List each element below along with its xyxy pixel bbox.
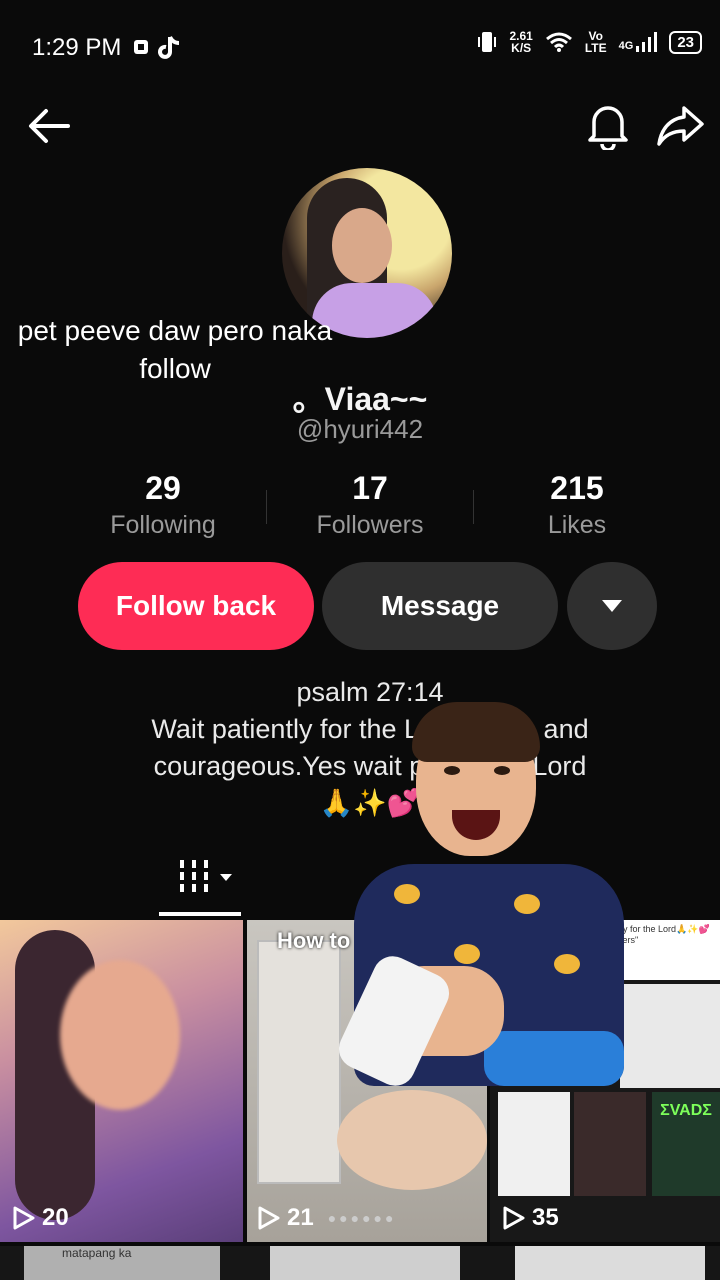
net-speed-unit: K/S (511, 41, 532, 55)
vibrate-icon (478, 32, 497, 52)
thumb-screenshot: ΣVADΣ (652, 1092, 720, 1196)
video-grid-row-2: matapang ka (0, 1246, 720, 1280)
share-icon[interactable] (656, 104, 706, 148)
stat-value: 215 (550, 470, 604, 506)
view-count-value: 35 (532, 1204, 559, 1231)
top-navigation (0, 96, 720, 166)
view-count: 35 (502, 1204, 559, 1232)
view-count: 20 (12, 1204, 69, 1232)
thumb-face (337, 1090, 487, 1190)
laughing-kid-sticker (332, 702, 634, 1093)
back-arrow-icon[interactable] (26, 106, 72, 146)
stat-followers[interactable]: 17 Followers (267, 470, 473, 540)
stat-label: Followers (316, 511, 424, 539)
status-bar: 1:29 PM 2.61 K/S Vo LTE 4G 23 (0, 0, 720, 96)
follow-back-button[interactable]: Follow back (78, 562, 314, 650)
thumb-screenshot (620, 984, 720, 1088)
video-thumbnail[interactable] (270, 1246, 460, 1280)
status-time: 1:29 PM (32, 34, 122, 61)
volte-bottom: LTE (584, 41, 607, 55)
star-pattern (394, 884, 420, 904)
video-thumbnail[interactable] (515, 1246, 705, 1280)
star-pattern (554, 954, 580, 974)
battery-indicator: 23 (669, 30, 702, 54)
network-type: 4G (618, 40, 634, 52)
signal-bars-icon (636, 32, 658, 52)
play-icon (13, 1206, 35, 1230)
stat-likes[interactable]: 215 Likes (474, 470, 680, 540)
thumb-screenshot (574, 1092, 646, 1196)
view-count: 21 ●●●●●● (257, 1204, 396, 1232)
sticker-hair (412, 702, 540, 762)
stat-following[interactable]: 29 Following (60, 470, 266, 540)
signal-icon: 4G (619, 32, 658, 52)
active-tab-indicator (159, 912, 241, 916)
profile-handle: @hyuri442 (296, 414, 424, 444)
wifi-icon (545, 32, 572, 52)
net-speed: 2.61 K/S (509, 30, 532, 54)
tab-videos[interactable] (176, 858, 238, 903)
stat-value: 17 (352, 470, 388, 506)
view-count-value: 21 (287, 1204, 314, 1231)
star-pattern (514, 894, 540, 914)
stat-value: 29 (145, 470, 181, 506)
app-notification-icons (134, 36, 180, 59)
thumb-screenshot (498, 1092, 570, 1196)
play-icon (258, 1206, 280, 1230)
star-pattern (454, 944, 480, 964)
message-button[interactable]: Message (322, 562, 558, 650)
bell-icon[interactable] (586, 100, 630, 150)
sticker-shorts (484, 1031, 624, 1086)
sticker-eye (494, 766, 510, 775)
thumb-door (257, 940, 341, 1184)
suggested-accounts-button[interactable] (567, 562, 657, 650)
thumb-face (60, 960, 180, 1110)
status-right: 2.61 K/S Vo LTE 4G 23 (477, 30, 702, 54)
stat-label: Following (110, 511, 216, 539)
carousel-dots: ●●●●●● (327, 1210, 397, 1226)
play-icon (503, 1206, 525, 1230)
caret-down-icon (602, 600, 622, 612)
notification-icons (132, 34, 202, 66)
avatar-face (332, 208, 392, 283)
profile-stats: 29 Following 17 Followers 215 Likes (60, 470, 680, 540)
volte-indicator: Vo LTE (585, 30, 607, 54)
video-thumbnail[interactable]: 20 (0, 920, 243, 1242)
stat-label: Likes (547, 511, 607, 539)
view-count-value: 20 (42, 1204, 69, 1231)
sticker-eye (444, 766, 460, 775)
video-thumbnail[interactable]: matapang ka (24, 1246, 220, 1280)
videos-grid-icon (180, 860, 232, 892)
